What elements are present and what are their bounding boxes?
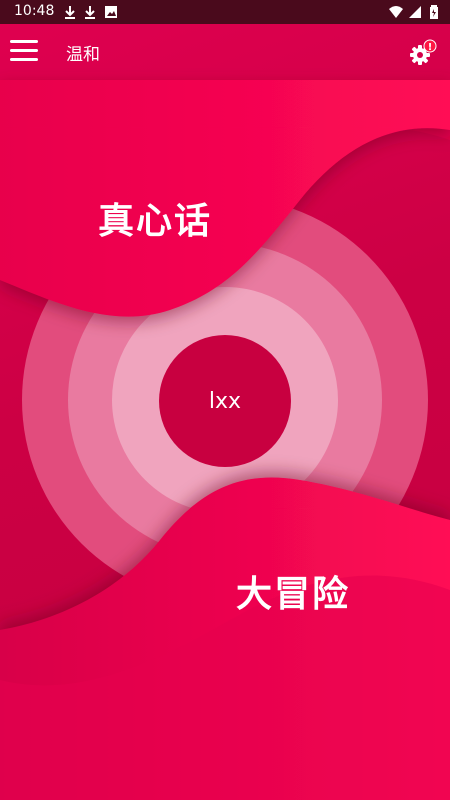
status-bar: 10:48 <box>0 0 450 24</box>
center-player-label: lxx <box>208 388 242 414</box>
dare-button[interactable]: 大冒险 <box>236 565 350 617</box>
hamburger-menu-icon[interactable] <box>10 40 38 62</box>
center-player-button[interactable]: lxx <box>159 335 291 467</box>
download-icon <box>85 6 95 19</box>
notification-badge-text: ! <box>428 42 433 53</box>
app-title: 温和 <box>66 45 100 65</box>
truth-button[interactable]: 真心话 <box>98 192 212 244</box>
wifi-icon <box>389 6 403 18</box>
signal-icon <box>409 6 421 18</box>
status-time: 10:48 <box>14 3 55 19</box>
gear-icon[interactable]: ! <box>408 38 438 68</box>
download-icon <box>65 6 75 19</box>
image-icon <box>105 6 117 18</box>
battery-icon <box>430 5 438 19</box>
app-screen: 10:48 温和 ! 真心话 lxx 大冒险 <box>0 0 450 800</box>
app-bar: 温和 ! <box>0 24 450 80</box>
